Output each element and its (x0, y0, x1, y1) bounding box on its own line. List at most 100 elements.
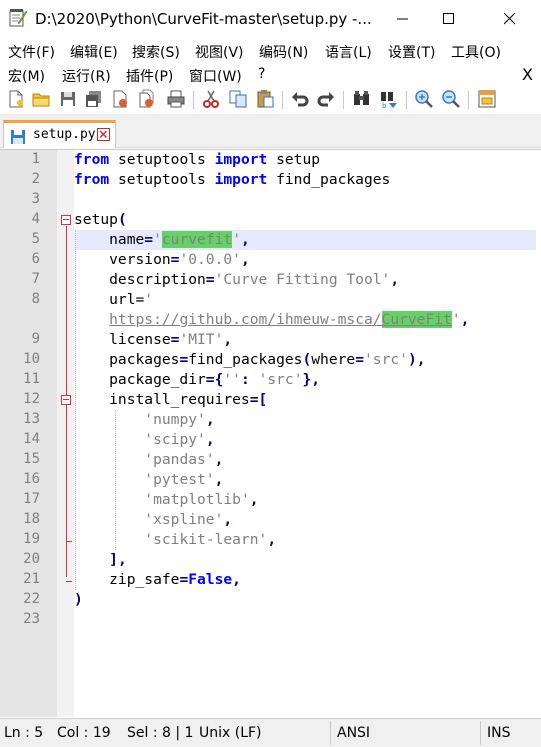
line-number: 13 (23, 411, 40, 427)
code-line: zip_safe=False, (74, 571, 241, 588)
redo-icon[interactable] (316, 89, 336, 109)
menu-macro[interactable]: 宏(M) (8, 66, 45, 86)
line-number: 2 (31, 171, 40, 187)
indent-guide (115, 410, 116, 550)
sync-scroll-icon[interactable] (477, 89, 497, 109)
menu-help[interactable]: ? (258, 66, 265, 82)
menu-tools[interactable]: 工具(O) (451, 42, 501, 62)
line-number: 15 (23, 451, 40, 467)
minimize-icon (397, 18, 408, 20)
status-encoding[interactable]: ANSI (337, 725, 370, 741)
replace-icon[interactable]: b (379, 89, 399, 109)
line-number: 6 (31, 251, 40, 267)
menu-language[interactable]: 语言(L) (325, 42, 372, 62)
line-number: 9 (31, 331, 40, 347)
code-editor[interactable]: 1 2 3 4 5 6 7 8 9 10 11 12 13 14 15 16 17 18 19 20 21 22 23 fr… (0, 149, 541, 717)
status-line: Ln : 5 (4, 725, 44, 741)
status-column: Col : 19 (57, 725, 111, 741)
code-line: from setuptools import find_packages (74, 171, 391, 188)
close-file-icon[interactable] (110, 89, 130, 109)
zoom-out-icon[interactable] (441, 89, 461, 109)
open-file-icon[interactable] (31, 89, 51, 109)
close-all-icon[interactable] (137, 89, 157, 109)
menu-settings[interactable]: 设置(T) (388, 42, 435, 62)
menu-edit[interactable]: 编辑(E) (70, 42, 118, 62)
line-number: 7 (31, 271, 40, 287)
line-number: 19 (23, 531, 40, 547)
menu-encoding[interactable]: 编码(N) (259, 42, 308, 62)
status-separator (330, 721, 331, 745)
fold-end-marker (66, 541, 72, 542)
close-icon (504, 13, 516, 25)
code-line: ) (74, 591, 83, 608)
minimize-button[interactable] (380, 0, 426, 38)
code-line: 'numpy', (144, 411, 215, 428)
toolbar-separator (468, 91, 469, 109)
line-number: 4 (31, 211, 40, 227)
menu-window[interactable]: 窗口(W) (189, 66, 242, 86)
save-icon[interactable] (58, 89, 78, 109)
menu-bar: 文件(F) 编辑(E) 搜索(S) 视图(V) 编码(N) 语言(L) 设置(T… (0, 39, 541, 62)
code-line: packages=find_packages(where='src'), (74, 351, 426, 368)
line-number: 14 (23, 431, 40, 447)
save-all-icon[interactable] (84, 89, 104, 109)
cut-icon[interactable] (201, 89, 221, 109)
status-bar: Ln : 5 Col : 19 Sel : 8 | 1 Unix (LF) AN… (0, 718, 541, 747)
fold-end-marker (66, 581, 72, 582)
toolbar: b (0, 86, 541, 114)
toolbar-separator (193, 91, 194, 109)
zoom-in-icon[interactable] (414, 89, 434, 109)
line-number: 20 (23, 551, 40, 567)
code-line: name='curvefit', (74, 231, 250, 248)
line-number: 16 (23, 471, 40, 487)
menu-run[interactable]: 运行(R) (62, 66, 111, 86)
menu-bar-secondary: 宏(M) 运行(R) 插件(P) 窗口(W) ? X (0, 63, 541, 86)
new-file-icon[interactable] (6, 89, 26, 109)
menu-search[interactable]: 搜索(S) (132, 42, 180, 62)
fold-toggle-install-requires[interactable] (61, 395, 71, 405)
tab-setup-py[interactable]: setup.py (3, 120, 116, 148)
svg-text:b: b (382, 102, 387, 109)
line-number: 22 (23, 591, 40, 607)
code-line: 'xspline', (144, 511, 233, 528)
close-document-button[interactable]: X (522, 65, 533, 84)
find-icon[interactable] (352, 89, 372, 109)
maximize-icon (443, 13, 454, 24)
code-line: 'pytest', (144, 471, 224, 488)
code-line: from setuptools import setup (74, 151, 321, 168)
code-line: setup( (74, 211, 127, 228)
code-line: install_requires=[ (74, 391, 268, 408)
code-line: url=' (74, 291, 154, 308)
code-line: license='MIT', (74, 331, 233, 348)
print-icon[interactable] (166, 89, 186, 109)
menu-view[interactable]: 视图(V) (195, 42, 244, 62)
menu-file[interactable]: 文件(F) (8, 42, 55, 62)
maximize-button[interactable] (426, 0, 472, 38)
saved-file-icon (11, 130, 25, 144)
status-separator (480, 721, 481, 745)
line-number: 18 (23, 511, 40, 527)
toolbar-separator (282, 91, 283, 109)
line-number: 10 (23, 351, 40, 367)
paste-icon[interactable] (255, 89, 275, 109)
status-eol[interactable]: Unix (LF) (199, 725, 262, 741)
indent-guide (75, 230, 76, 590)
tab-bar: setup.py (0, 114, 541, 148)
title-bar: D:\2020\Python\CurveFit-master\setup.py … (0, 0, 541, 38)
tab-label: setup.py (33, 127, 96, 142)
code-line: https://github.com/ihmeuw-msca/CurveFit'… (109, 311, 470, 328)
menu-plugins[interactable]: 插件(P) (126, 66, 173, 86)
line-number: 21 (23, 571, 40, 587)
tab-close-icon[interactable] (97, 128, 110, 141)
undo-icon[interactable] (290, 89, 310, 109)
code-line: version='0.0.0', (74, 251, 250, 268)
status-insert-mode[interactable]: INS (487, 725, 511, 741)
line-number: 17 (23, 491, 40, 507)
code-line: description='Curve Fitting Tool', (74, 271, 400, 288)
copy-icon[interactable] (228, 89, 248, 109)
toolbar-separator (343, 91, 344, 109)
fold-toggle-setup[interactable] (61, 215, 71, 225)
code-line: ], (109, 551, 127, 568)
close-window-button[interactable] (487, 0, 533, 38)
line-number: 23 (23, 611, 40, 627)
